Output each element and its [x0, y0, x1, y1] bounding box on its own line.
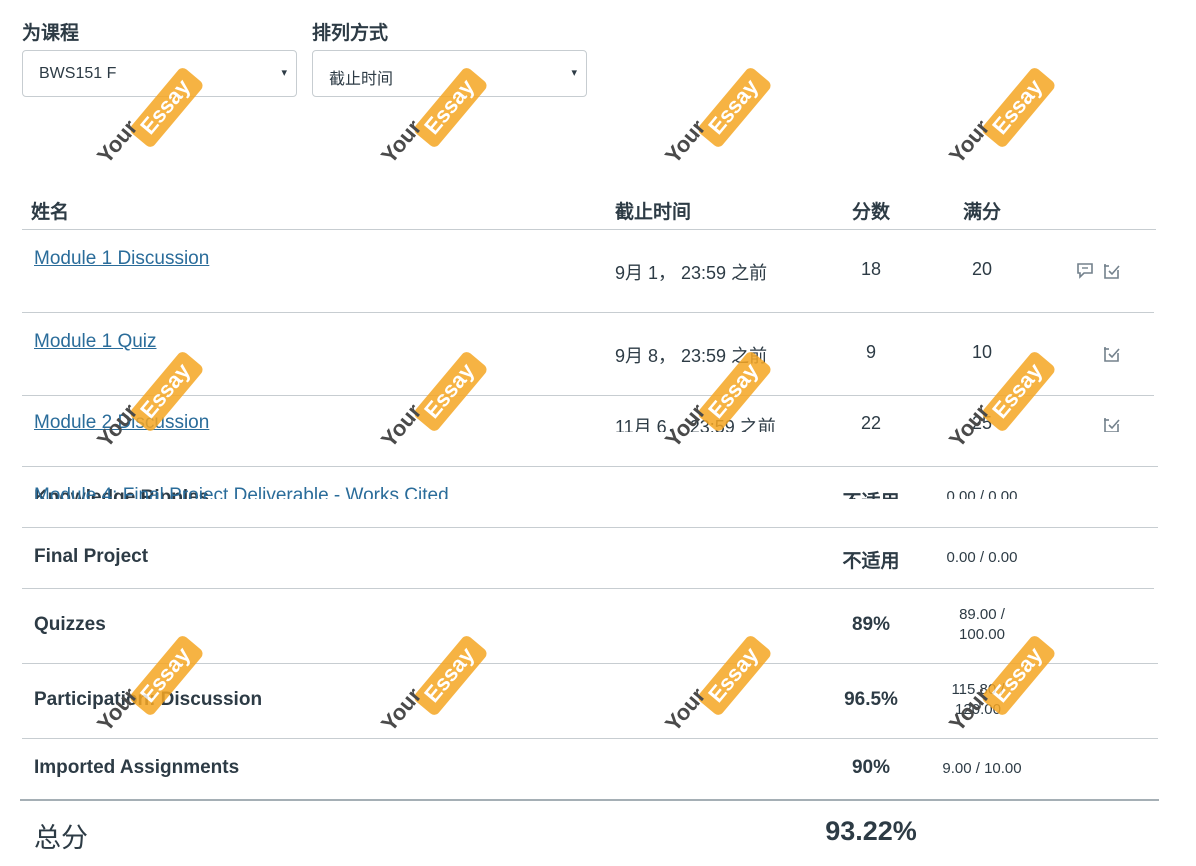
assignment-link[interactable]: Module 2 Discussion — [34, 412, 209, 432]
course-filter-label: 为课程 — [22, 23, 80, 44]
group-fraction: 115.80 / 120.00 — [951, 681, 1005, 718]
group-fraction: 0.00 / 0.00 — [946, 488, 1018, 499]
watermark-logo: Essay Your — [944, 65, 1062, 198]
comment-icon[interactable] — [1075, 261, 1097, 281]
header-name[interactable]: 姓名 — [31, 197, 69, 224]
rubric-icon[interactable] — [1101, 261, 1123, 281]
divider — [22, 588, 1154, 589]
divider — [22, 312, 1154, 313]
watermark-logo: Essay Your — [376, 65, 494, 198]
group-fraction: 9.00 / 10.00 — [942, 760, 1022, 777]
due-date: 9月 8， 23:59 之前 — [615, 346, 768, 366]
due-date: 11月 6， 23:59 之前 — [615, 417, 776, 432]
header-score[interactable]: 分数 — [852, 197, 890, 224]
score: 22 — [860, 413, 882, 432]
score: 18 — [860, 259, 882, 279]
rubric-icon[interactable] — [1101, 344, 1123, 364]
score: 9 — [865, 342, 877, 362]
chevron-down-icon: ▾ — [571, 67, 577, 79]
sort-select-value: 截止时间 — [329, 71, 394, 88]
header-due[interactable]: 截止时间 — [615, 197, 691, 224]
out-of: 10 — [971, 342, 993, 362]
header-out-of[interactable]: 满分 — [963, 197, 1001, 224]
group-percent: 90% — [851, 757, 891, 778]
chevron-down-icon: ▾ — [281, 67, 287, 79]
total-label: 总分 — [34, 823, 88, 853]
sort-filter-label: 排列方式 — [312, 23, 389, 44]
assignment-link[interactable]: Module 1 Discussion — [34, 248, 209, 270]
group-name: Participation: Discussion — [34, 689, 263, 710]
group-fraction: 89.00 / 100.00 — [959, 606, 1005, 643]
group-percent: 89% — [851, 614, 891, 635]
watermark-logo: Essay Your — [92, 65, 210, 198]
group-name: Imported Assignments — [34, 757, 240, 778]
group-name: Final Project — [34, 546, 149, 567]
assignment-link[interactable]: Module 4: Final Project Deliverable - Wo… — [34, 485, 449, 499]
divider — [20, 799, 1159, 801]
out-of: 20 — [971, 259, 993, 279]
divider — [22, 527, 1158, 528]
group-name: Quizzes — [34, 614, 106, 635]
rubric-icon[interactable] — [1101, 415, 1123, 432]
group-percent: 不适用 — [842, 487, 899, 499]
divider — [22, 229, 1156, 230]
table-row: Module 2 Discussion 11月 6， 23:59 之前 22 2… — [0, 396, 1196, 432]
due-date: 9月 1， 23:59 之前 — [615, 263, 768, 283]
table-row: Knowledge Ripples Module 4: Final Projec… — [0, 467, 1196, 499]
assignment-link[interactable]: Module 1 Quiz — [34, 331, 157, 353]
group-fraction: 0.00 / 0.00 — [946, 549, 1018, 566]
out-of: 25 — [971, 413, 993, 432]
course-select-value: BWS151 F — [39, 65, 117, 82]
sort-select[interactable]: 截止时间 ▾ — [312, 50, 587, 97]
divider — [22, 663, 1158, 664]
group-percent: 不适用 — [842, 551, 900, 572]
watermark-logo: Essay Your — [660, 633, 778, 766]
watermark-logo: Essay Your — [376, 633, 494, 766]
watermark-logo: Essay Your — [660, 65, 778, 198]
divider — [22, 738, 1158, 739]
group-percent: 96.5% — [844, 689, 898, 710]
total-value: 93.22% — [825, 816, 917, 846]
course-select[interactable]: BWS151 F ▾ — [22, 50, 297, 97]
